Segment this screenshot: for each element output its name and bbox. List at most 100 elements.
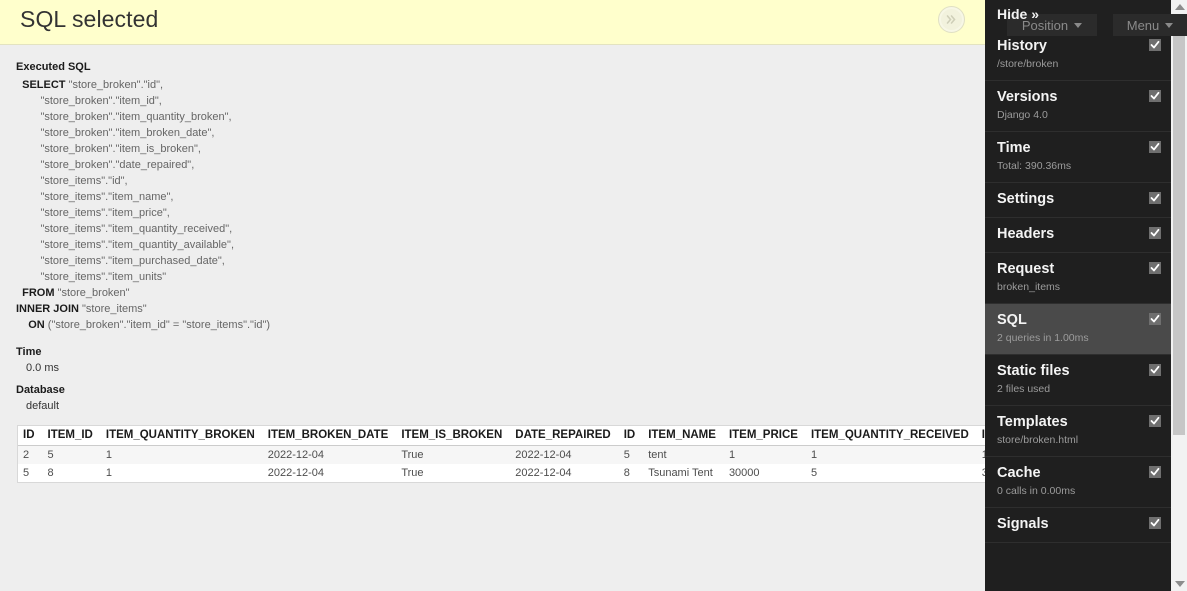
- sql-line: "store_broken"."item_id",: [16, 93, 270, 109]
- sql-detail-pane: SQL selected Executed SQL SELECT "store_…: [0, 0, 985, 591]
- panel-title: Settings: [997, 191, 1055, 207]
- toolbar-panel-sql[interactable]: SQL 2 queries in 1.00ms: [985, 304, 1171, 355]
- toolbar-header: Position Menu Hide »: [985, 0, 1187, 36]
- table-cell: 5: [810, 467, 818, 479]
- toolbar-panel-settings[interactable]: Settings: [985, 183, 1171, 218]
- table-cell: 1: [105, 449, 112, 461]
- sql-text: "store_items"."item_quantity_available",: [16, 239, 234, 251]
- panel-title: Static files: [997, 363, 1070, 379]
- panel-enable-checkbox[interactable]: [1149, 364, 1161, 376]
- sql-text: "store_items": [78, 303, 147, 315]
- sql-text: "store_items"."item_quantity_received",: [16, 223, 233, 235]
- toolbar-panel-time[interactable]: Time Total: 390.36ms: [985, 132, 1171, 183]
- sql-text: "store_items"."item_name",: [16, 191, 174, 203]
- sql-text: "store_broken"."id",: [65, 79, 164, 91]
- scroll-down-arrow-icon[interactable]: [1175, 581, 1185, 587]
- sql-line: ON ("store_broken"."item_id" = "store_it…: [16, 317, 270, 333]
- toolbar-panel-versions[interactable]: Versions Django 4.0: [985, 81, 1171, 132]
- table-column-header[interactable]: ITEM_QUANTITY_RECEIVED: [805, 426, 977, 446]
- check-icon: [1150, 40, 1160, 49]
- table-column-header[interactable]: ID: [18, 426, 43, 446]
- sql-line: "store_broken"."item_is_broken",: [16, 141, 270, 157]
- sql-line: "store_items"."item_quantity_available",: [16, 237, 270, 253]
- check-icon: [1150, 193, 1160, 202]
- panel-enable-checkbox[interactable]: [1149, 90, 1161, 102]
- sql-line: "store_items"."item_price",: [16, 205, 270, 221]
- sql-text: "store_broken"."item_id",: [16, 95, 162, 107]
- sql-detail-body: Executed SQL SELECT "store_broken"."id",…: [0, 45, 985, 591]
- check-icon: [1150, 91, 1160, 100]
- toolbar-panel-signals[interactable]: Signals: [985, 508, 1171, 543]
- table-cell: 5: [623, 449, 630, 461]
- check-icon: [1150, 142, 1160, 151]
- table-cell: 30000: [728, 467, 760, 479]
- table-cell: Tsunami Tent: [648, 467, 713, 479]
- table-cell: 5: [47, 449, 54, 461]
- panel-subtitle: Total: 390.36ms: [997, 160, 1072, 172]
- table-column-header[interactable]: ITEM_QUANTITY_AVAILABLE: [976, 426, 985, 446]
- scroll-up-arrow-icon[interactable]: [1175, 4, 1185, 10]
- panel-title: Templates: [997, 414, 1068, 430]
- sql-line: SELECT "store_broken"."id",: [16, 77, 270, 93]
- table-column-header[interactable]: ITEM_NAME: [643, 426, 724, 446]
- panel-enable-checkbox[interactable]: [1149, 192, 1161, 204]
- panel-title: Versions: [997, 89, 1058, 105]
- table-cell: tent: [648, 449, 667, 461]
- table-column-header[interactable]: ID: [618, 426, 644, 446]
- vertical-scrollbar[interactable]: [1171, 0, 1187, 591]
- panel-enable-checkbox[interactable]: [1149, 415, 1161, 427]
- debug-toolbar-page: SQL selected Executed SQL SELECT "store_…: [0, 0, 1187, 591]
- panel-subtitle: 0 calls in 0.00ms: [997, 485, 1076, 497]
- panel-enable-checkbox[interactable]: [1149, 141, 1161, 153]
- table-column-header[interactable]: ITEM_IS_BROKEN: [396, 426, 511, 446]
- table-row: 5 8 1 2022-12-04 True 2022-12-04 8 Tsunami Tent…: [18, 464, 985, 482]
- table-cell: True: [401, 467, 424, 479]
- table-cell: 1: [105, 467, 112, 479]
- sql-text: "store_broken"."date_repaired",: [16, 159, 195, 171]
- toolbar-panel-static-files[interactable]: Static files 2 files used: [985, 355, 1171, 406]
- panel-subtitle: store/broken.html: [997, 434, 1079, 446]
- sql-line: "store_items"."item_quantity_received",: [16, 221, 270, 237]
- sql-line: "store_items"."item_purchased_date",: [16, 253, 270, 269]
- table-header-row: ID ITEM_ID ITEM_QUANTITY_BROKEN ITEM_BROKEN…: [18, 426, 985, 446]
- panel-title: Cache: [997, 465, 1041, 481]
- toolbar-panel-request[interactable]: Request broken_items: [985, 253, 1171, 304]
- toolbar-panel-history[interactable]: History/store/broken: [985, 30, 1171, 81]
- sql-text: "store_broken": [54, 287, 130, 299]
- toolbar-panel-list: History/store/broken Versions Django 4.0 Ti…: [985, 30, 1171, 543]
- table-cell: 8: [623, 467, 630, 479]
- table-column-header[interactable]: ITEM_QUANTITY_BROKEN: [100, 426, 263, 446]
- toolbar-panel-headers[interactable]: Headers: [985, 218, 1171, 253]
- table-cell: 5: [23, 467, 30, 479]
- table-column-header[interactable]: ITEM_PRICE: [723, 426, 806, 446]
- vertical-scrollbar-thumb[interactable]: [1173, 15, 1185, 435]
- table-cell: 1: [728, 449, 736, 461]
- query-time-label: Time: [16, 346, 42, 358]
- query-time-value: 0.0 ms: [26, 362, 60, 374]
- sql-text: "store_broken"."item_quantity_broken",: [16, 111, 232, 123]
- panel-enable-checkbox[interactable]: [1149, 517, 1161, 529]
- panel-enable-checkbox[interactable]: [1149, 313, 1161, 325]
- menu-dropdown-label: Menu: [1126, 17, 1160, 33]
- close-panel-button[interactable]: [938, 6, 965, 33]
- panel-enable-checkbox[interactable]: [1149, 262, 1161, 274]
- sql-text: "store_items"."item_units": [16, 271, 167, 283]
- check-icon: [1150, 467, 1160, 476]
- hide-toolbar-link[interactable]: Hide »: [997, 6, 1039, 22]
- table-column-header[interactable]: DATE_REPAIRED: [510, 426, 619, 446]
- panel-enable-checkbox[interactable]: [1149, 39, 1161, 51]
- table-column-header[interactable]: ITEM_ID: [42, 426, 101, 446]
- table-column-header[interactable]: ITEM_BROKEN_DATE: [262, 426, 397, 446]
- toolbar-panel-cache[interactable]: Cache 0 calls in 0.00ms: [985, 457, 1171, 508]
- table-cell: 2022-12-04: [515, 449, 572, 461]
- table-body: 2512022-12-04True2022-12-045tent11158120…: [18, 445, 985, 482]
- table-cell: 2: [23, 449, 30, 461]
- sql-keyword: INNER JOIN: [16, 303, 79, 315]
- panel-enable-checkbox[interactable]: [1149, 466, 1161, 478]
- panel-enable-checkbox[interactable]: [1149, 227, 1161, 239]
- menu-dropdown[interactable]: Menu: [1113, 14, 1187, 36]
- check-icon: [1150, 314, 1160, 323]
- toolbar-panel-templates[interactable]: Templates store/broken.html: [985, 406, 1171, 457]
- sql-line: "store_broken"."date_repaired",: [16, 157, 270, 173]
- panel-title: History: [997, 38, 1047, 54]
